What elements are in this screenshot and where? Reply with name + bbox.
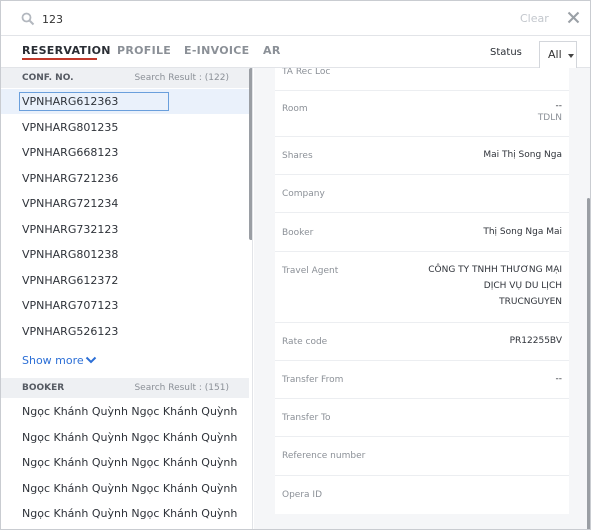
reservation-row[interactable]: VPNHARG721236 bbox=[1, 166, 249, 191]
booker-row[interactable]: Ngọc Khánh Quỳnh Ngọc Khánh Quỳnh bbox=[1, 425, 249, 450]
reservation-row[interactable]: VPNHARG668123 bbox=[1, 140, 249, 165]
room-value: -- bbox=[555, 101, 563, 111]
detail-row-room: Room -- TDLN bbox=[275, 91, 569, 137]
booker-value: Thị Song Nga Mai bbox=[483, 227, 562, 237]
travel-agent-line-3: TRUCNGUYEN bbox=[499, 297, 562, 307]
booker-name: Ngọc Khánh Quỳnh Ngọc Khánh Quỳnh bbox=[22, 482, 238, 495]
booker-header: BOOKER bbox=[22, 383, 65, 393]
tab-ar[interactable]: AR bbox=[263, 44, 281, 57]
search-icon bbox=[21, 12, 35, 26]
reservation-row[interactable]: VPNHARG801238 bbox=[1, 242, 249, 267]
reservation-conf-no: VPNHARG526123 bbox=[22, 325, 119, 338]
tab-profile[interactable]: PROFILE bbox=[117, 44, 171, 57]
opera-id-label: Opera ID bbox=[282, 490, 322, 500]
detail-row-shares: Shares Mai Thị Song Nga bbox=[275, 137, 569, 175]
reservation-conf-no: VPNHARG732123 bbox=[22, 223, 119, 236]
reservation-row[interactable]: VPNHARG526123 bbox=[1, 319, 249, 344]
booker-row[interactable]: Ngọc Khánh Quỳnh Ngọc Khánh Quỳnh bbox=[1, 476, 249, 501]
reservation-conf-no: VPNHARG612363 bbox=[18, 92, 170, 111]
reservation-section-header: CONF. NO. Search Result : (122) bbox=[1, 68, 249, 88]
detail-scrollbar[interactable] bbox=[587, 198, 590, 529]
booker-row[interactable]: Ngọc Khánh Quỳnh Ngọc Khánh Quỳnh bbox=[1, 450, 249, 475]
reservation-conf-no: VPNHARG612372 bbox=[22, 274, 119, 287]
tab-reservation[interactable]: RESERVATION bbox=[22, 44, 111, 57]
clear-button[interactable]: Clear bbox=[520, 12, 549, 25]
detail-row-company: Company bbox=[275, 175, 569, 213]
booker-row[interactable]: Ngọc Khánh Quỳnh Ngọc Khánh Quỳnh bbox=[1, 501, 249, 526]
reservation-row[interactable]: VPNHARG721234 bbox=[1, 191, 249, 216]
conf-no-header: CONF. NO. bbox=[22, 73, 74, 83]
rate-code-label: Rate code bbox=[282, 337, 328, 347]
reservation-conf-no: VPNHARG721234 bbox=[22, 197, 119, 210]
reservation-row[interactable]: VPNHARG612363 bbox=[1, 89, 249, 114]
travel-agent-line-1: CÔNG TY TNHH THƯƠNG MẠI bbox=[428, 265, 562, 275]
search-bar: Clear bbox=[1, 1, 590, 36]
detail-row-rate-code: Rate code PR12255BV bbox=[275, 323, 569, 361]
status-dropdown[interactable]: All bbox=[539, 41, 577, 68]
reservation-conf-no: VPNHARG801238 bbox=[22, 248, 119, 261]
room-type: TDLN bbox=[537, 113, 562, 123]
shares-value: Mai Thị Song Nga bbox=[483, 150, 562, 160]
show-more-link[interactable]: Show more bbox=[22, 354, 84, 367]
booker-section-header: BOOKER Search Result : (151) bbox=[1, 378, 249, 398]
booker-name: Ngọc Khánh Quỳnh Ngọc Khánh Quỳnh bbox=[22, 431, 238, 444]
reservation-result-count: Search Result : (122) bbox=[134, 73, 229, 83]
search-input[interactable] bbox=[42, 9, 502, 29]
reservation-row[interactable]: VPNHARG801235 bbox=[1, 115, 249, 140]
results-list-panel: CONF. NO. Search Result : (122) VPNHARG6… bbox=[1, 68, 253, 529]
detail-row-ta-rec-loc: TA Rec Loc bbox=[275, 68, 569, 91]
shares-label: Shares bbox=[282, 151, 313, 161]
booker-row[interactable]: Ngọc Khánh Quỳnh Ngọc Khánh Quỳnh bbox=[1, 399, 249, 424]
reservation-conf-no: VPNHARG801235 bbox=[22, 121, 119, 134]
tab-e-invoice[interactable]: E-INVOICE bbox=[184, 44, 249, 57]
close-icon[interactable] bbox=[567, 11, 580, 24]
detail-row-opera-id: Opera ID bbox=[275, 476, 569, 514]
detail-row-transfer-from: Transfer From -- bbox=[275, 361, 569, 399]
reservation-conf-no: VPNHARG721236 bbox=[22, 172, 119, 185]
reservation-detail-panel: TA Rec Loc Room -- TDLN Shares Mai Thị S… bbox=[254, 68, 590, 529]
status-selected-value: All bbox=[548, 48, 562, 61]
caret-down-icon bbox=[568, 54, 574, 58]
booker-label: Booker bbox=[282, 228, 314, 238]
results-scrollbar[interactable] bbox=[249, 68, 252, 240]
ta-rec-loc-label: TA Rec Loc bbox=[282, 68, 331, 77]
booker-name: Ngọc Khánh Quỳnh Ngọc Khánh Quỳnh bbox=[22, 456, 238, 469]
search-window: Clear RESERVATION PROFILE E-INVOICE AR S… bbox=[0, 0, 591, 530]
detail-card: TA Rec Loc Room -- TDLN Shares Mai Thị S… bbox=[275, 68, 569, 514]
reservation-row[interactable]: VPNHARG612372 bbox=[1, 268, 249, 293]
company-label: Company bbox=[282, 189, 325, 199]
transfer-to-label: Transfer To bbox=[282, 413, 331, 423]
transfer-from-label: Transfer From bbox=[282, 375, 344, 385]
detail-row-travel-agent: Travel Agent CÔNG TY TNHH THƯƠNG MẠI DỊC… bbox=[275, 252, 569, 323]
reference-number-label: Reference number bbox=[282, 451, 366, 461]
tab-bar: RESERVATION PROFILE E-INVOICE AR Status … bbox=[1, 36, 590, 68]
status-label: Status bbox=[490, 47, 522, 58]
rate-code-value: PR12255BV bbox=[509, 336, 562, 346]
transfer-from-value: -- bbox=[555, 374, 563, 384]
detail-row-transfer-to: Transfer To bbox=[275, 399, 569, 437]
booker-name: Ngọc Khánh Quỳnh Ngọc Khánh Quỳnh bbox=[22, 507, 238, 520]
active-tab-indicator bbox=[22, 58, 97, 60]
detail-row-reference-number: Reference number bbox=[275, 437, 569, 476]
reservation-row[interactable]: VPNHARG707123 bbox=[1, 293, 249, 318]
reservation-row[interactable]: VPNHARG732123 bbox=[1, 217, 249, 242]
reservation-conf-no: VPNHARG668123 bbox=[22, 146, 119, 159]
travel-agent-line-2: DỊCH VỤ DU LỊCH bbox=[483, 281, 562, 291]
reservation-conf-no: VPNHARG707123 bbox=[22, 299, 119, 312]
chevron-down-icon[interactable] bbox=[85, 356, 97, 364]
room-label: Room bbox=[282, 104, 308, 114]
booker-name: Ngọc Khánh Quỳnh Ngọc Khánh Quỳnh bbox=[22, 405, 238, 418]
travel-agent-label: Travel Agent bbox=[282, 266, 339, 276]
booker-result-count: Search Result : (151) bbox=[134, 383, 229, 393]
detail-row-booker: Booker Thị Song Nga Mai bbox=[275, 213, 569, 252]
